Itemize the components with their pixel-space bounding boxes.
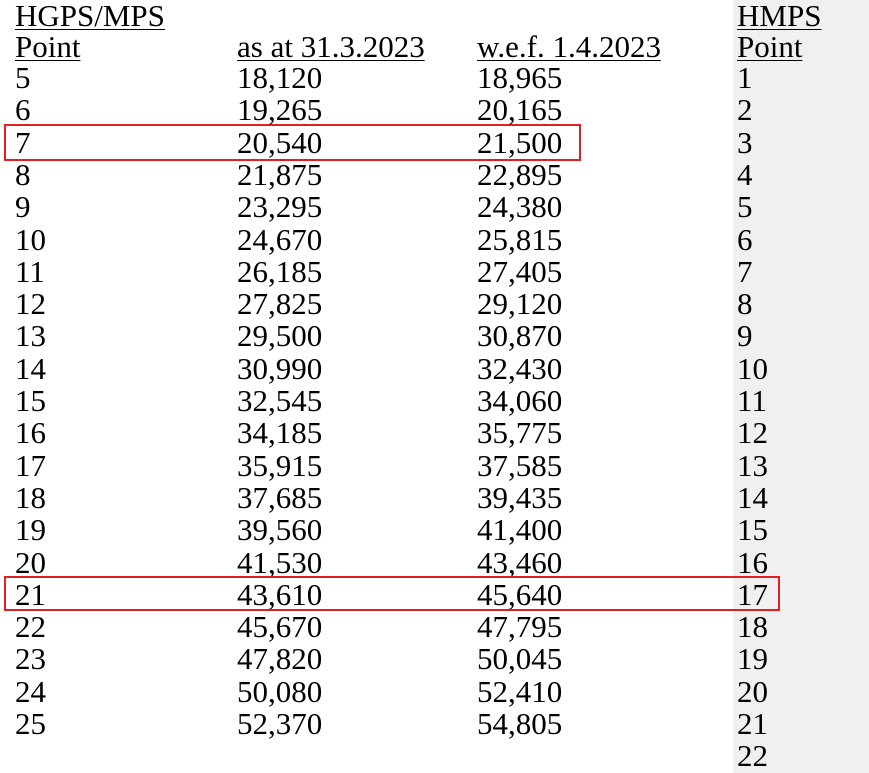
hgps-point-cell: 13 — [15, 318, 46, 353]
hgps-point-cell: 23 — [15, 641, 46, 676]
salary-wef-cell: 27,405 — [477, 254, 563, 289]
hmps-point-cell: 2 — [737, 92, 753, 127]
salary-wef-cell: 52,410 — [477, 674, 563, 709]
hmps-point-cell: 15 — [737, 512, 768, 547]
salary-as-at-cell: 27,825 — [237, 286, 323, 321]
hgps-point-cell: 6 — [15, 92, 31, 127]
hmps-point-cell: 16 — [737, 545, 768, 580]
salary-as-at-cell: 30,990 — [237, 351, 323, 386]
hgps-point-cell: 18 — [15, 480, 46, 515]
hmps-point-cell: 11 — [737, 383, 767, 418]
hmps-point-cell: 14 — [737, 480, 768, 515]
salary-as-at-cell: 23,295 — [237, 189, 323, 224]
hmps-point-cell: 9 — [737, 318, 753, 353]
hmps-point-cell: 6 — [737, 222, 753, 257]
hgps-point-cell: 7 — [15, 125, 31, 160]
hgps-point-cell: 17 — [15, 448, 46, 483]
hmps-point-cell: 4 — [737, 157, 753, 192]
hmps-point-cell: 19 — [737, 641, 768, 676]
hmps-point-cell: 22 — [737, 738, 768, 773]
salary-as-at-cell: 19,265 — [237, 92, 323, 127]
hmps-point-cell: 21 — [737, 706, 768, 741]
salary-as-at-cell: 21,875 — [237, 157, 323, 192]
salary-wef-cell: 47,795 — [477, 609, 563, 644]
salary-as-at-cell: 52,370 — [237, 706, 323, 741]
header-as-at: as at 31.3.2023 — [237, 29, 425, 64]
hgps-point-cell: 25 — [15, 706, 46, 741]
salary-wef-cell: 37,585 — [477, 448, 563, 483]
salary-as-at-cell: 50,080 — [237, 674, 323, 709]
hmps-point-cell: 8 — [737, 286, 753, 321]
salary-wef-cell: 20,165 — [477, 92, 563, 127]
hgps-point-cell: 12 — [15, 286, 46, 321]
salary-wef-cell: 43,460 — [477, 545, 563, 580]
salary-as-at-cell: 34,185 — [237, 415, 323, 450]
hgps-point-cell: 22 — [15, 609, 46, 644]
hgps-point-cell: 11 — [15, 254, 45, 289]
salary-wef-cell: 45,640 — [477, 577, 563, 612]
salary-wef-cell: 41,400 — [477, 512, 563, 547]
salary-as-at-cell: 35,915 — [237, 448, 323, 483]
header-hmps: HMPS — [737, 0, 822, 33]
salary-wef-cell: 18,965 — [477, 60, 563, 95]
header-hmps-point: Point — [737, 29, 803, 64]
salary-as-at-cell: 29,500 — [237, 318, 323, 353]
salary-as-at-cell: 24,670 — [237, 222, 323, 257]
salary-as-at-cell: 32,545 — [237, 383, 323, 418]
salary-wef-cell: 35,775 — [477, 415, 563, 450]
salary-as-at-cell: 41,530 — [237, 545, 323, 580]
hmps-point-cell: 3 — [737, 125, 753, 160]
hmps-point-cell: 17 — [737, 577, 768, 612]
hgps-point-cell: 9 — [15, 189, 31, 224]
hmps-point-cell: 13 — [737, 448, 768, 483]
salary-as-at-cell: 43,610 — [237, 577, 323, 612]
hgps-point-cell: 10 — [15, 222, 46, 257]
hmps-point-cell: 20 — [737, 674, 768, 709]
salary-as-at-cell: 39,560 — [237, 512, 323, 547]
salary-as-at-cell: 45,670 — [237, 609, 323, 644]
salary-as-at-cell: 20,540 — [237, 125, 323, 160]
hgps-point-cell: 20 — [15, 545, 46, 580]
salary-wef-cell: 50,045 — [477, 641, 563, 676]
hgps-point-cell: 8 — [15, 157, 31, 192]
salary-wef-cell: 30,870 — [477, 318, 563, 353]
hmps-point-cell: 5 — [737, 189, 753, 224]
hgps-point-cell: 16 — [15, 415, 46, 450]
salary-wef-cell: 25,815 — [477, 222, 563, 257]
highlight-row-21 — [4, 576, 780, 611]
salary-wef-cell: 29,120 — [477, 286, 563, 321]
header-point: Point — [15, 29, 81, 64]
hgps-point-cell: 19 — [15, 512, 46, 547]
hgps-point-cell: 14 — [15, 351, 46, 386]
salary-wef-cell: 24,380 — [477, 189, 563, 224]
salary-as-at-cell: 37,685 — [237, 480, 323, 515]
salary-wef-cell: 34,060 — [477, 383, 563, 418]
hgps-point-cell: 21 — [15, 577, 46, 612]
header-hgps-mps: HGPS/MPS — [15, 0, 165, 33]
salary-as-at-cell: 18,120 — [237, 60, 323, 95]
hgps-point-cell: 15 — [15, 383, 46, 418]
salary-as-at-cell: 26,185 — [237, 254, 323, 289]
salary-wef-cell: 54,805 — [477, 706, 563, 741]
hgps-point-cell: 24 — [15, 674, 46, 709]
header-wef: w.e.f. 1.4.2023 — [477, 29, 661, 64]
salary-wef-cell: 21,500 — [477, 125, 563, 160]
salary-wef-cell: 32,430 — [477, 351, 563, 386]
hgps-point-cell: 5 — [15, 60, 31, 95]
hmps-point-cell: 7 — [737, 254, 753, 289]
hmps-point-cell: 1 — [737, 60, 753, 95]
hmps-point-cell: 10 — [737, 351, 768, 386]
hmps-point-cell: 12 — [737, 415, 768, 450]
hmps-point-cell: 18 — [737, 609, 768, 644]
salary-wef-cell: 39,435 — [477, 480, 563, 515]
salary-wef-cell: 22,895 — [477, 157, 563, 192]
salary-as-at-cell: 47,820 — [237, 641, 323, 676]
